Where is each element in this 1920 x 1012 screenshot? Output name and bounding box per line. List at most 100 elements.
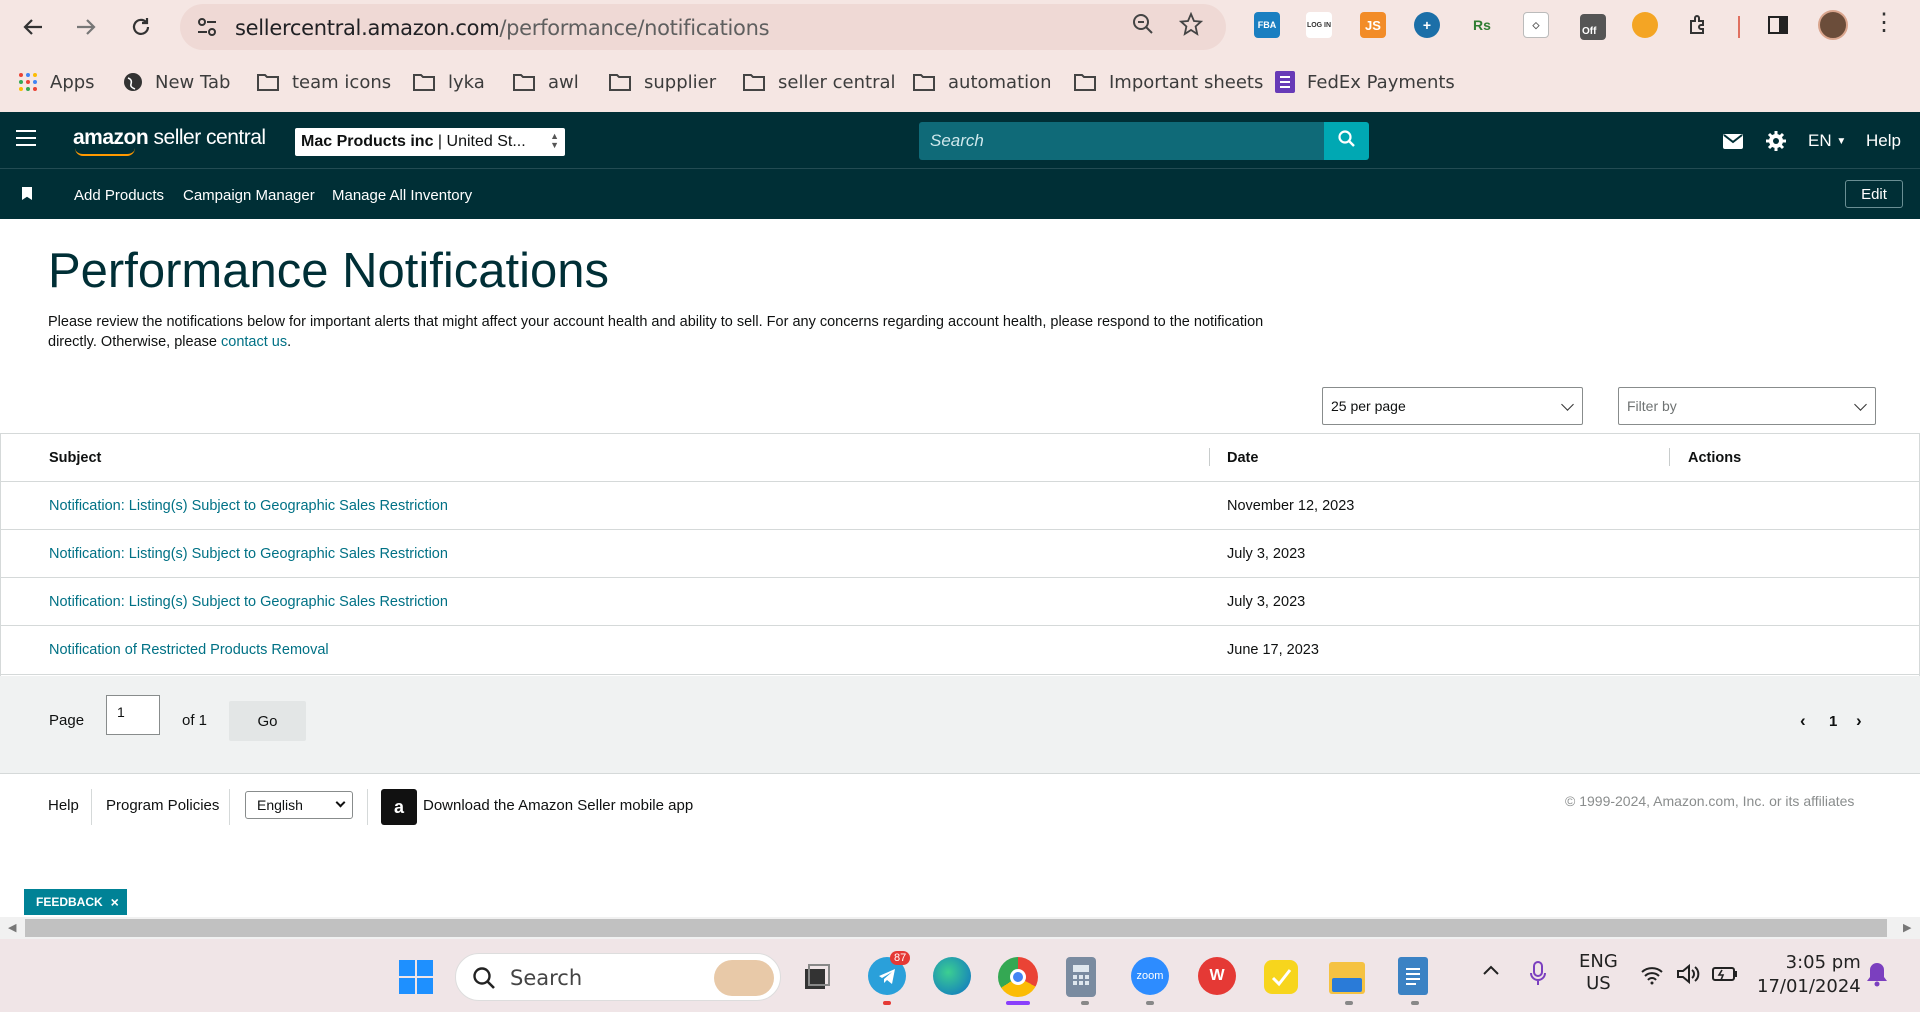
browser-menu-icon[interactable]: ⋮ bbox=[1872, 8, 1896, 37]
bookmark-new-tab[interactable]: New Tab bbox=[123, 62, 230, 102]
folder-icon bbox=[608, 72, 632, 92]
extensions-puzzle-icon[interactable] bbox=[1686, 12, 1712, 38]
folder-icon bbox=[742, 72, 766, 92]
go-button[interactable]: Go bbox=[229, 701, 306, 741]
bookmark-apps[interactable]: Apps bbox=[18, 62, 95, 102]
table-row: Notification of Restricted Products Remo… bbox=[0, 626, 1920, 674]
current-page-number[interactable]: 1 bbox=[1829, 713, 1837, 730]
edit-button[interactable]: Edit bbox=[1845, 180, 1903, 208]
cube-extension-icon[interactable]: ◇ bbox=[1523, 12, 1549, 38]
per-page-select[interactable]: 25 per page bbox=[1322, 387, 1583, 425]
bookmark-team-icons[interactable]: team icons bbox=[256, 62, 391, 102]
page-number-input[interactable]: 1 bbox=[106, 695, 160, 735]
notifications-table: Subject Date Actions Notification: Listi… bbox=[0, 433, 1920, 675]
system-clock[interactable]: 3:05 pm 17/01/2024 bbox=[1757, 951, 1861, 999]
scroll-left-arrow[interactable]: ◀ bbox=[8, 921, 16, 934]
subnav-campaign-manager[interactable]: Campaign Manager bbox=[183, 187, 315, 204]
hamburger-menu-icon[interactable] bbox=[16, 130, 36, 148]
close-icon[interactable]: × bbox=[111, 894, 119, 910]
notification-date: July 3, 2023 bbox=[1227, 594, 1306, 610]
scroll-right-arrow[interactable]: ▶ bbox=[1903, 921, 1911, 934]
notification-bell-icon[interactable] bbox=[1866, 961, 1888, 992]
chevron-right-icon[interactable]: › bbox=[1856, 711, 1862, 731]
mail-icon[interactable] bbox=[1723, 126, 1743, 156]
sticky-notes-icon[interactable] bbox=[1264, 960, 1298, 994]
site-settings-icon[interactable] bbox=[194, 14, 220, 40]
column-divider bbox=[1209, 448, 1210, 466]
battery-icon[interactable] bbox=[1712, 965, 1738, 988]
running-indicator bbox=[1146, 1001, 1154, 1005]
zoom-app-icon[interactable]: zoom bbox=[1131, 957, 1169, 995]
folder-icon bbox=[256, 72, 280, 92]
back-icon[interactable] bbox=[16, 10, 50, 44]
microphone-icon[interactable] bbox=[1530, 961, 1546, 992]
language-selector[interactable]: EN ▼ bbox=[1808, 126, 1846, 156]
notepad-icon[interactable] bbox=[1398, 957, 1428, 995]
side-panel-icon[interactable] bbox=[1765, 12, 1791, 38]
search-button[interactable] bbox=[1324, 122, 1369, 160]
chevron-up-icon[interactable] bbox=[1482, 963, 1500, 981]
js-extension-icon[interactable]: JS bbox=[1360, 12, 1386, 38]
horizontal-scrollbar[interactable]: ◀ ▶ bbox=[0, 917, 1920, 939]
chrome-icon[interactable] bbox=[998, 957, 1038, 997]
notification-subject-link[interactable]: Notification of Restricted Products Remo… bbox=[49, 642, 329, 658]
footer-program-policies-link[interactable]: Program Policies bbox=[106, 797, 219, 814]
telegram-icon[interactable]: 87 bbox=[868, 951, 911, 995]
subnav-add-products[interactable]: Add Products bbox=[74, 187, 164, 204]
bookmark-fedex-payments[interactable]: FedEx Payments bbox=[1275, 62, 1455, 102]
forward-icon[interactable] bbox=[69, 10, 103, 44]
bookmark-automation[interactable]: automation bbox=[912, 62, 1052, 102]
zoom-icon[interactable] bbox=[1130, 11, 1156, 37]
taskbar-search[interactable]: Search bbox=[455, 953, 781, 1001]
task-view-icon[interactable] bbox=[797, 957, 837, 997]
amazon-seller-central-logo[interactable]: amazon seller central bbox=[73, 126, 266, 156]
file-explorer-icon[interactable] bbox=[1329, 962, 1365, 994]
column-header-subject[interactable]: Subject bbox=[49, 450, 101, 466]
wifi-icon[interactable] bbox=[1640, 965, 1664, 990]
scrollbar-thumb[interactable] bbox=[25, 919, 1887, 937]
footer-language-select[interactable]: English bbox=[245, 791, 353, 819]
search-input[interactable]: Search bbox=[919, 122, 1325, 160]
footer-divider bbox=[229, 789, 230, 825]
firefox-extension-icon[interactable] bbox=[1632, 12, 1658, 38]
bookmark-star-icon[interactable] bbox=[1178, 11, 1204, 37]
bookmark-supplier[interactable]: supplier bbox=[608, 62, 716, 102]
volume-icon[interactable] bbox=[1676, 963, 1700, 990]
bookmark-important-sheets[interactable]: Important sheets bbox=[1073, 62, 1263, 102]
filter-select[interactable]: Filter by bbox=[1618, 387, 1876, 425]
notification-subject-link[interactable]: Notification: Listing(s) Subject to Geog… bbox=[49, 546, 448, 562]
account-switcher[interactable]: Mac Products inc | United St... ▲ ▼ bbox=[295, 128, 565, 156]
input-language-indicator[interactable]: ENG US bbox=[1579, 951, 1618, 995]
rs-extension-icon[interactable]: Rs bbox=[1469, 12, 1495, 38]
help-link[interactable]: Help bbox=[1866, 126, 1901, 156]
bookmark-seller-central[interactable]: seller central bbox=[742, 62, 896, 102]
copyright-text: © 1999-2024, Amazon.com, Inc. or its aff… bbox=[1565, 793, 1855, 809]
download-app-link[interactable]: Download the Amazon Seller mobile app bbox=[423, 797, 693, 814]
plus-extension-icon[interactable]: + bbox=[1414, 12, 1440, 38]
amazon-app-icon[interactable]: a bbox=[381, 789, 417, 825]
login-extension-icon[interactable]: LOG IN bbox=[1306, 12, 1332, 38]
gear-icon[interactable] bbox=[1765, 126, 1787, 156]
bookmark-awl[interactable]: awl bbox=[512, 62, 579, 102]
edge-icon[interactable] bbox=[933, 957, 971, 995]
footer-help-link[interactable]: Help bbox=[48, 797, 79, 814]
page-intro: Please review the notifications below fo… bbox=[48, 314, 1264, 350]
table-header-row: Subject Date Actions bbox=[0, 434, 1920, 482]
off-extension-icon[interactable]: Off bbox=[1580, 14, 1606, 40]
reload-icon[interactable] bbox=[124, 10, 158, 44]
bookmark-lyka[interactable]: lyka bbox=[412, 62, 485, 102]
notification-subject-link[interactable]: Notification: Listing(s) Subject to Geog… bbox=[49, 498, 448, 514]
profile-avatar[interactable] bbox=[1818, 10, 1848, 40]
calculator-icon[interactable] bbox=[1066, 957, 1096, 997]
contact-us-link[interactable]: contact us bbox=[221, 334, 287, 350]
column-header-date[interactable]: Date bbox=[1227, 450, 1258, 466]
feedback-button[interactable]: FEEDBACK × bbox=[24, 889, 127, 915]
notification-subject-link[interactable]: Notification: Listing(s) Subject to Geog… bbox=[49, 594, 448, 610]
fba-extension-icon[interactable]: FBA bbox=[1254, 12, 1280, 38]
wps-office-icon[interactable]: W bbox=[1198, 957, 1236, 995]
subnav-manage-all-inventory[interactable]: Manage All Inventory bbox=[332, 187, 472, 204]
chevron-left-icon[interactable]: ‹ bbox=[1800, 711, 1806, 731]
bookmarks-bar: Apps New Tab team icons lyka awl supplie… bbox=[0, 62, 1920, 102]
address-bar[interactable]: sellercentral.amazon.com/performance/not… bbox=[180, 4, 1226, 50]
windows-start-icon[interactable] bbox=[396, 957, 436, 997]
